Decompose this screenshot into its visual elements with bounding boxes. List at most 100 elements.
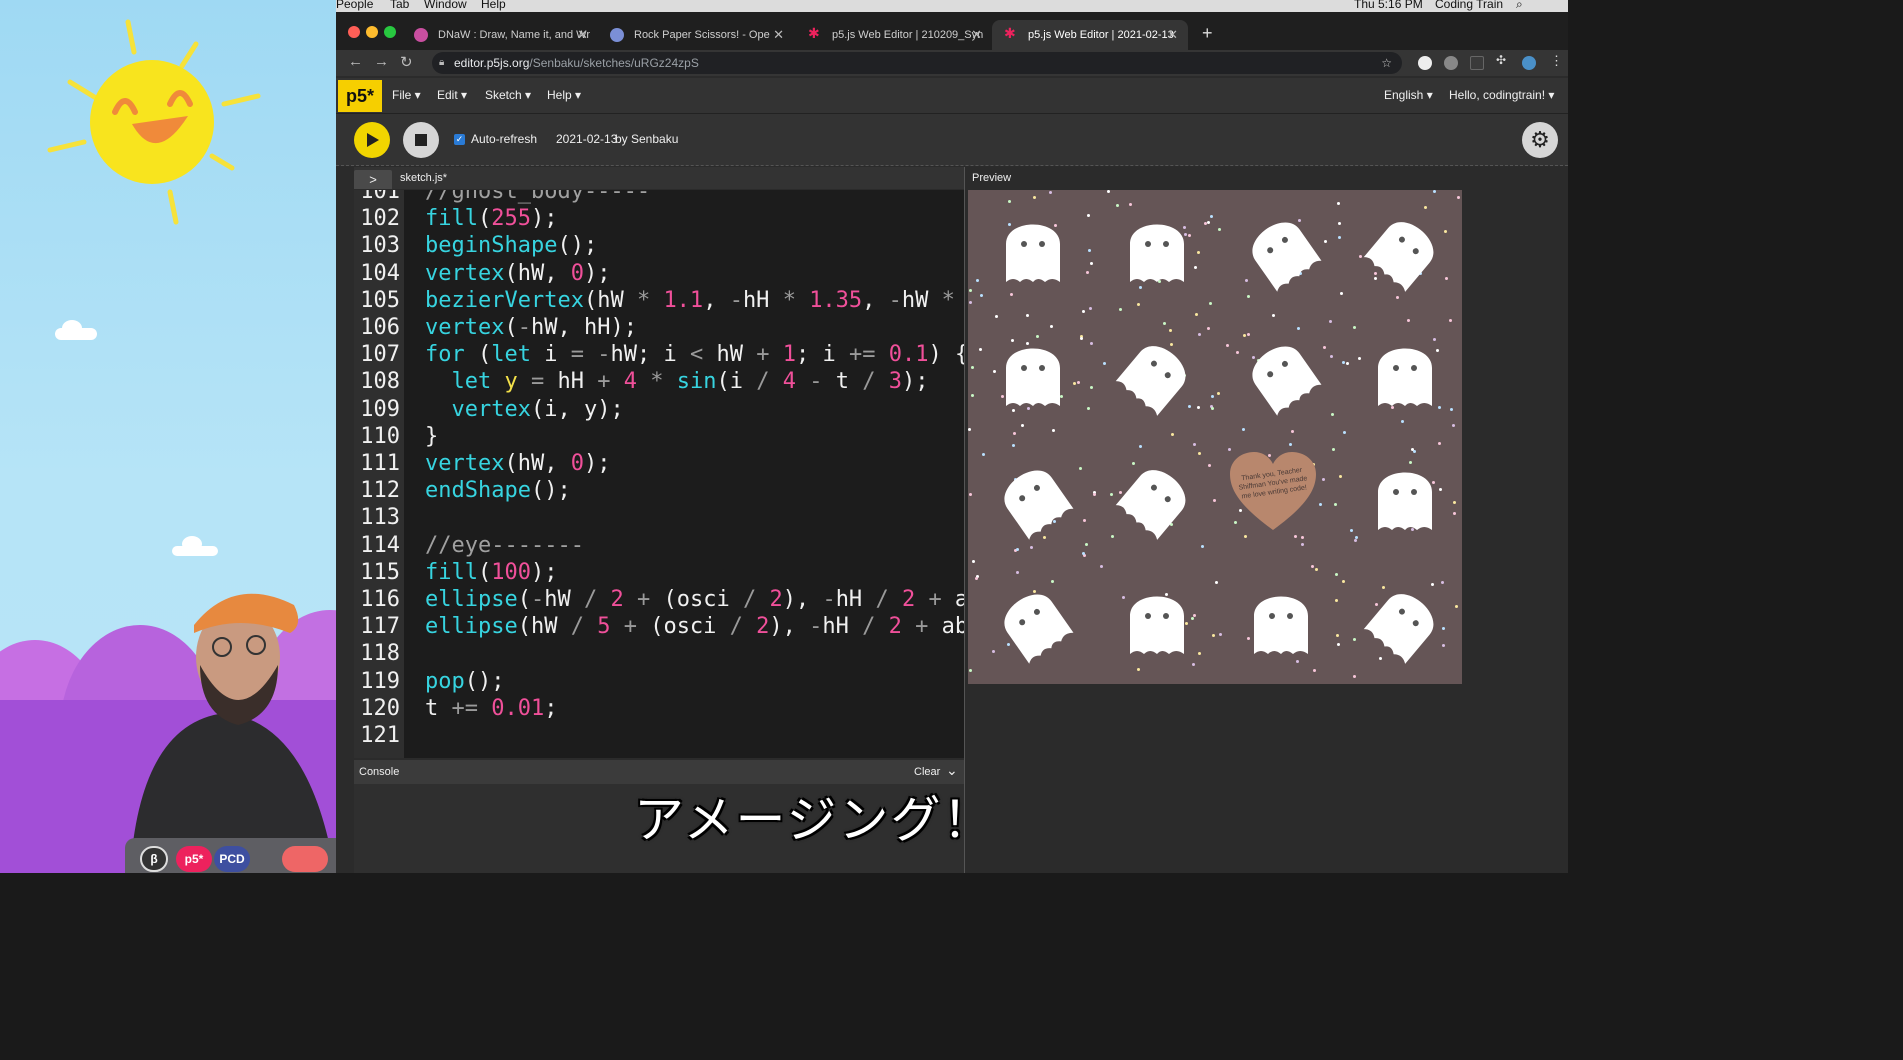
confetti-dot — [1413, 450, 1416, 453]
menubar-item-people[interactable]: People — [336, 0, 373, 11]
menu-help[interactable]: Help ▾ — [547, 88, 581, 102]
code-line[interactable]: vertex(hW, 0); — [425, 451, 610, 476]
code-line[interactable]: fill(255); — [425, 206, 557, 231]
new-tab-button[interactable]: + — [1202, 23, 1213, 44]
confetti-dot — [1301, 536, 1304, 539]
extension-icon[interactable] — [1418, 56, 1432, 70]
language-select[interactable]: English ▾ — [1384, 88, 1433, 102]
ghost-sprite — [1115, 346, 1186, 416]
bookmark-star-icon[interactable]: ☆ — [1381, 52, 1392, 74]
confetti-dot — [995, 315, 998, 318]
confetti-dot — [1193, 443, 1196, 446]
confetti-dot — [1079, 467, 1082, 470]
file-tab[interactable]: sketch.js* — [400, 172, 447, 184]
reload-icon[interactable]: ↻ — [400, 53, 413, 71]
puzzle-icon[interactable]: ✣ — [1496, 53, 1510, 67]
browser-tab[interactable]: ✱ p5.js Web Editor | 210209_Syn ✕ — [796, 20, 992, 50]
code-editor[interactable]: 101 102 103 104 105 106 107 108 109 110 111 112 113 1… — [354, 190, 964, 758]
extension-icon[interactable] — [1470, 56, 1484, 70]
profile-avatar[interactable] — [1522, 56, 1536, 70]
presenter-overlay: β p5* PCD — [0, 0, 336, 873]
account-menu[interactable]: Hello, codingtrain! ▾ — [1449, 88, 1554, 102]
confetti-dot — [1213, 499, 1216, 502]
code-line[interactable]: t += 0.01; — [425, 696, 557, 721]
code-line[interactable]: ellipse(hW / 5 + (osci / 2), -hH / 2 + a… — [425, 614, 964, 639]
minimize-window-button[interactable] — [366, 26, 378, 38]
line-number: 109 — [360, 396, 400, 422]
menu-file[interactable]: File ▾ — [392, 88, 421, 102]
settings-button[interactable]: ⚙ — [1522, 122, 1558, 158]
confetti-dot — [1215, 581, 1218, 584]
confetti-dot — [1335, 599, 1338, 602]
stop-button[interactable] — [403, 122, 439, 158]
video-subtitle: アメージング！ — [634, 791, 995, 849]
confetti-dot — [1236, 351, 1239, 354]
zoom-window-button[interactable] — [384, 26, 396, 38]
gear-icon: ⚙ — [1530, 127, 1550, 152]
line-number: 117 — [360, 614, 400, 640]
confetti-dot — [1228, 448, 1231, 451]
ghost-sprite — [1004, 594, 1074, 664]
confetti-dot — [1247, 333, 1250, 336]
sketch-author[interactable]: by Senbaku — [615, 132, 678, 146]
code-line[interactable]: vertex(i, y); — [425, 397, 624, 422]
confetti-dot — [1212, 634, 1215, 637]
code-line[interactable]: vertex(-hW, hH); — [425, 315, 637, 340]
confetti-dot — [1218, 228, 1221, 231]
confetti-dot — [1137, 303, 1140, 306]
code-line[interactable]: beginShape(); — [425, 233, 597, 258]
code-line[interactable]: for (let i = -hW; i < hW + 1; i += 0.1) … — [425, 342, 964, 367]
forward-icon[interactable]: → — [374, 53, 389, 70]
line-number: 113 — [360, 505, 400, 531]
pane-divider[interactable] — [964, 167, 965, 873]
confetti-dot — [1088, 249, 1091, 252]
code-line[interactable]: fill(100); — [425, 560, 557, 585]
confetti-dot — [1211, 395, 1214, 398]
checkbox-checked-icon[interactable]: ✓ — [454, 133, 465, 145]
confetti-dot — [1329, 320, 1332, 323]
menubar-item-tab[interactable]: Tab — [390, 0, 409, 11]
url-field[interactable]: 🔒︎ editor.p5js.org/Senbaku/sketches/uRGz… — [432, 52, 1402, 74]
confetti-dot — [1382, 586, 1385, 589]
browser-tab-active[interactable]: ✱ p5.js Web Editor | 2021-02-13 ✕ — [992, 20, 1188, 50]
sidebar-toggle-button[interactable]: > — [354, 170, 392, 189]
code-line[interactable]: //eye------- — [425, 533, 584, 558]
kebab-menu-icon[interactable]: ⋮ — [1550, 53, 1564, 68]
play-button[interactable] — [354, 122, 390, 158]
sketch-preview-canvas[interactable]: Thank you, Teacher Shiffman You've made … — [968, 190, 1462, 684]
confetti-dot — [969, 669, 972, 672]
menubar-item-window[interactable]: Window — [424, 0, 467, 11]
chevron-down-icon[interactable]: ⌄ — [946, 762, 958, 779]
menubar-user[interactable]: Coding Train — [1435, 0, 1503, 11]
close-tab-icon[interactable]: ✕ — [1167, 27, 1178, 43]
spotlight-icon[interactable]: ⌕ — [1516, 0, 1523, 12]
code-line[interactable]: let y = hH + 4 * sin(i / 4 - t / 3); — [425, 369, 929, 394]
extension-icon[interactable] — [1444, 56, 1458, 70]
auto-refresh-toggle[interactable]: ✓ Auto-refresh — [454, 132, 537, 146]
browser-tab[interactable]: Rock Paper Scissors! - Ope ✕ — [598, 20, 794, 50]
p5-logo[interactable]: p5* — [338, 80, 382, 112]
menu-sketch[interactable]: Sketch ▾ — [485, 88, 531, 102]
confetti-dot — [1171, 433, 1174, 436]
code-line[interactable]: //ghost_body----- — [425, 190, 650, 204]
code-line[interactable]: vertex(hW, 0); — [425, 261, 610, 286]
close-window-button[interactable] — [348, 26, 360, 38]
confetti-dot — [980, 294, 983, 297]
browser-tab[interactable]: DNaW : Draw, Name it, and Wr ✕ — [402, 20, 598, 50]
close-tab-icon[interactable]: ✕ — [773, 27, 784, 43]
close-tab-icon[interactable]: ✕ — [971, 27, 982, 43]
back-icon[interactable]: ← — [348, 53, 363, 70]
code-line[interactable]: pop(); — [425, 669, 505, 694]
code-line[interactable]: } — [425, 424, 438, 449]
console-clear-button[interactable]: Clear — [914, 766, 940, 778]
menubar-item-help[interactable]: Help — [481, 0, 506, 11]
file-tab-bar: > sketch.js* — [354, 167, 964, 189]
code-line[interactable]: ellipse(-hW / 2 + (osci / 2), -hH / 2 + … — [425, 587, 964, 612]
close-tab-icon[interactable]: ✕ — [577, 27, 588, 43]
play-icon — [367, 133, 379, 147]
sketch-name[interactable]: 2021-02-13 — [556, 132, 617, 146]
confetti-dot — [1424, 206, 1427, 209]
menu-edit[interactable]: Edit ▾ — [437, 88, 467, 102]
code-line[interactable]: bezierVertex(hW * 1.1, -hH * 1.35, -hW * — [425, 288, 955, 313]
code-line[interactable]: endShape(); — [425, 478, 571, 503]
